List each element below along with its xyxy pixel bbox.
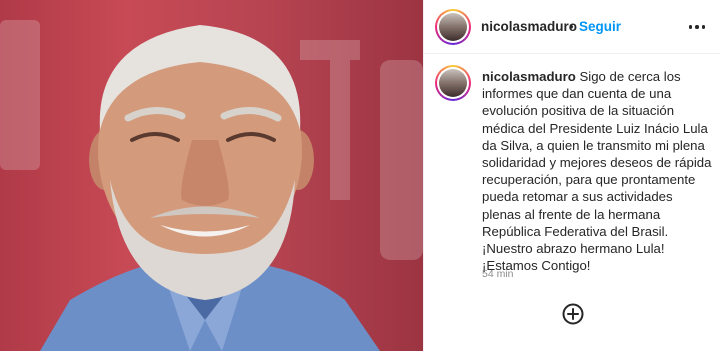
post-side-panel: nicolasmaduro • Seguir nicolasmaduro Sig… [423, 0, 720, 351]
caption-username[interactable]: nicolasmaduro [482, 69, 576, 84]
portrait-illustration [0, 20, 423, 351]
header-username[interactable]: nicolasmaduro [481, 19, 577, 34]
post-photo[interactable] [0, 0, 423, 351]
header-avatar[interactable] [435, 9, 471, 45]
add-circle-icon[interactable] [562, 303, 584, 325]
more-options-icon[interactable] [685, 18, 709, 36]
separator-dot: • [569, 19, 574, 34]
caption-avatar[interactable] [435, 65, 471, 101]
post-header: nicolasmaduro • Seguir [424, 0, 720, 54]
post-caption: nicolasmaduro Sigo de cerca los informes… [482, 68, 714, 274]
post-timestamp[interactable]: 54 min [482, 268, 514, 280]
follow-button[interactable]: Seguir [579, 19, 621, 34]
caption-text: Sigo de cerca los informes que dan cuent… [482, 69, 712, 274]
